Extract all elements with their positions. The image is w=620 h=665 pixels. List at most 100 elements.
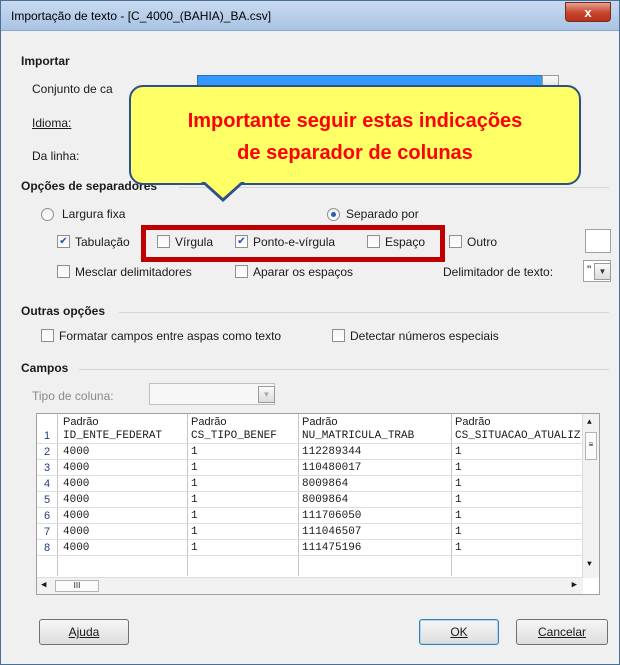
fixed-width-radio[interactable] <box>41 208 54 221</box>
table-cell: CS_TIPO_BENEF <box>191 430 277 442</box>
vertical-scroll-thumb[interactable]: ≡ <box>585 432 597 460</box>
table-cell: 1 <box>455 462 462 474</box>
table-cell: 1 <box>455 542 462 554</box>
table-cell: 1 <box>455 526 462 538</box>
help-button[interactable]: Ajuda <box>39 619 129 645</box>
row-separator <box>37 475 583 476</box>
vertical-scrollbar[interactable]: ▲ ≡ ▼ <box>582 414 599 578</box>
callout-text: Importante seguir estas indicações de se… <box>131 105 579 169</box>
import-section-title: Importar <box>21 54 70 68</box>
table-cell: 1 <box>455 478 462 490</box>
column-header[interactable]: Padrão <box>455 416 583 428</box>
cancel-button-label: Cancelar <box>537 625 587 639</box>
language-label-text: Idioma: <box>32 116 72 130</box>
table-cell: 1 <box>191 494 198 506</box>
horizontal-scroll-thumb[interactable]: III <box>55 580 99 592</box>
table-cell: 1 <box>455 510 462 522</box>
table-cell: 1 <box>191 510 198 522</box>
table-cell: 1 <box>191 526 198 538</box>
table-cell: 4000 <box>63 526 90 538</box>
other-separator-input[interactable] <box>585 229 611 253</box>
table-cell: CS_SITUACAO_ATUALIZ <box>455 430 581 442</box>
table-cell: 1 <box>191 478 198 490</box>
column-separator <box>57 414 58 576</box>
row-separator <box>37 539 583 540</box>
trim-spaces-label: Aparar os espaços <box>253 265 354 279</box>
column-type-select[interactable]: ▼ <box>149 383 275 405</box>
table-cell: 8009864 <box>302 478 349 490</box>
quoted-as-text-label: Formatar campos entre aspas como texto <box>59 329 282 343</box>
row-number: 3 <box>43 462 51 474</box>
close-button[interactable]: x <box>565 2 611 22</box>
from-row-label: Da linha: <box>32 149 80 163</box>
divider <box>119 312 609 313</box>
separated-by-label: Separado por <box>346 207 419 221</box>
ok-button-label: OK <box>450 625 468 639</box>
row-separator <box>37 443 583 444</box>
ok-button[interactable]: OK <box>419 619 499 645</box>
column-header[interactable]: Padrão <box>63 416 183 428</box>
row-number: 7 <box>43 526 51 538</box>
merge-delimiters-checkbox[interactable] <box>57 265 70 278</box>
separated-by-radio[interactable] <box>327 208 340 221</box>
window-title: Importação de texto - [C_4000_(BAHIA)_BA… <box>11 9 272 23</box>
separator-highlight-frame <box>141 225 445 262</box>
tab-label: Tabulação <box>75 235 130 249</box>
text-delimiter-value: " <box>587 263 592 277</box>
table-cell: 1 <box>455 494 462 506</box>
close-icon: x <box>584 4 592 20</box>
table-cell: 112289344 <box>302 446 362 458</box>
table-cell: 1 <box>455 446 462 458</box>
row-number: 1 <box>43 430 51 442</box>
cancel-button[interactable]: Cancelar <box>516 619 608 645</box>
tab-checkbox[interactable]: ✔ <box>57 235 70 248</box>
scroll-left-arrow-icon[interactable]: ◀ <box>41 580 46 590</box>
other-options-section-title: Outras opções <box>21 304 106 318</box>
horizontal-scrollbar[interactable]: ◀ III ▶ <box>37 577 583 594</box>
table-cell: 4000 <box>63 462 90 474</box>
fixed-width-label: Largura fixa <box>62 207 126 221</box>
trim-spaces-checkbox[interactable] <box>235 265 248 278</box>
column-separator <box>298 414 299 576</box>
fields-preview-table[interactable]: Padrão Padrão Padrão Padrão 1 ID_ENTE_FED… <box>36 413 600 595</box>
fields-section-title: Campos <box>21 361 69 375</box>
text-delimiter-dropdown-button[interactable]: ▼ <box>594 263 611 280</box>
detect-special-numbers-checkbox[interactable] <box>332 329 345 342</box>
table-cell: 1 <box>191 446 198 458</box>
table-cell: ID_ENTE_FEDERAT <box>63 430 163 442</box>
detect-special-numbers-label: Detectar números especiais <box>350 329 499 343</box>
other-label: Outro <box>467 235 498 249</box>
quoted-as-text-checkbox[interactable] <box>41 329 54 342</box>
row-number: 2 <box>43 446 51 458</box>
table-cell: 110480017 <box>302 462 362 474</box>
table-cell: 111475196 <box>302 542 362 554</box>
table-cell: 1 <box>191 542 198 554</box>
divider <box>79 369 609 370</box>
callout-line-1: Importante seguir estas indicações <box>187 110 523 132</box>
table-cell: 4000 <box>63 542 90 554</box>
row-number: 4 <box>43 478 51 490</box>
scroll-up-arrow-icon[interactable]: ▲ <box>587 418 592 427</box>
table-cell: 4000 <box>63 494 90 506</box>
table-cell: 4000 <box>63 446 90 458</box>
scroll-right-arrow-icon[interactable]: ▶ <box>572 580 577 590</box>
callout-pointer-fill <box>204 181 242 198</box>
text-delimiter-select[interactable]: " ▼ <box>583 260 611 282</box>
column-type-label: Tipo de coluna: <box>32 389 114 403</box>
column-header[interactable]: Padrão <box>191 416 295 428</box>
column-type-dropdown-button[interactable]: ▼ <box>258 386 275 403</box>
table-cell: NU_MATRICULA_TRAB <box>302 430 415 442</box>
column-header[interactable]: Padrão <box>302 416 448 428</box>
row-number: 8 <box>43 542 51 554</box>
text-delimiter-label: Delimitador de texto: <box>443 265 554 279</box>
table-cell: 111046507 <box>302 526 362 538</box>
other-checkbox[interactable] <box>449 235 462 248</box>
title-bar: Importação de texto - [C_4000_(BAHIA)_BA… <box>1 1 619 31</box>
row-number: 5 <box>43 494 51 506</box>
table-cell: 111706050 <box>302 510 362 522</box>
scroll-down-arrow-icon[interactable]: ▼ <box>587 560 592 569</box>
row-separator <box>37 523 583 524</box>
merge-delimiters-label: Mesclar delimitadores <box>75 265 192 279</box>
row-number: 6 <box>43 510 51 522</box>
column-separator <box>187 414 188 576</box>
